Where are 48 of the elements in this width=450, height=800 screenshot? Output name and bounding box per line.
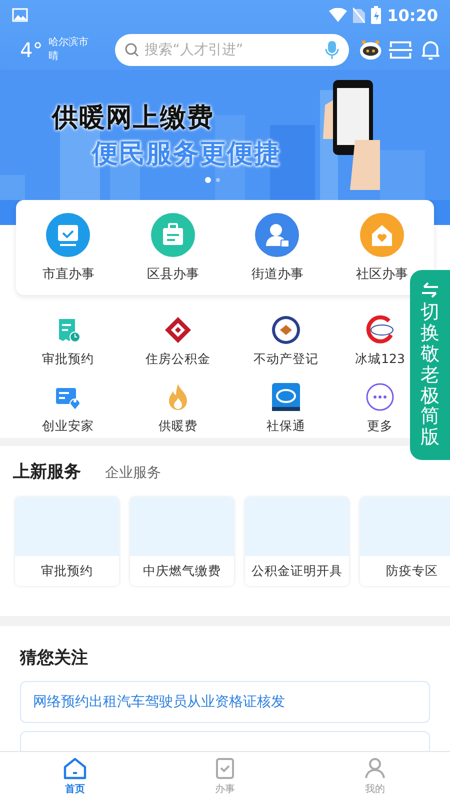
office-level-label[interactable]: 社区办事 xyxy=(356,264,408,282)
office-level-label[interactable]: 市直办事 xyxy=(42,264,94,282)
search-icon xyxy=(124,43,139,57)
section-tab[interactable]: 上新服务 xyxy=(13,460,81,483)
service-card[interactable]: 防疫专区 xyxy=(360,497,450,586)
no-sim-icon xyxy=(353,7,366,23)
service-label[interactable]: 创业安家 xyxy=(42,418,94,435)
image-icon xyxy=(12,8,28,22)
recommended-item[interactable]: 网络预约出租汽车驾驶员从业资格证核发 xyxy=(20,681,430,723)
office-level-label[interactable]: 街道办事 xyxy=(251,264,304,282)
service-label[interactable]: 不动产登记 xyxy=(254,351,318,368)
service-card[interactable]: 公积金证明开具 xyxy=(245,497,349,586)
microphone-icon[interactable] xyxy=(324,41,339,59)
service-label[interactable]: 供暖费 xyxy=(158,418,198,435)
wifi-icon xyxy=(329,8,348,22)
battery-charging-icon xyxy=(371,6,382,24)
section-title: 猜您关注 xyxy=(20,647,89,669)
more-icon xyxy=(365,382,395,412)
section-tab[interactable]: 企业服务 xyxy=(105,464,161,482)
diamond-logo-icon xyxy=(163,315,193,345)
house-icon xyxy=(360,212,404,256)
service-label[interactable]: 冰城123 xyxy=(355,351,405,368)
banner-title: 供暖网上缴费 xyxy=(52,102,214,135)
social-security-logo-icon xyxy=(271,382,301,412)
robot-icon[interactable] xyxy=(358,38,382,62)
hotline-logo-icon xyxy=(365,315,395,345)
monitor-icon xyxy=(46,212,90,256)
round-emblem-icon xyxy=(271,315,301,345)
service-label[interactable]: 审批预约 xyxy=(42,351,94,368)
city-name: 哈尔滨市 xyxy=(48,36,90,50)
service-label[interactable]: 更多 xyxy=(367,418,393,435)
temperature: 4° xyxy=(20,38,43,62)
home-icon xyxy=(62,756,88,780)
person-icon xyxy=(362,756,388,780)
status-time: 10:20 xyxy=(387,6,438,24)
office-level-label[interactable]: 区县办事 xyxy=(146,264,199,282)
service-card[interactable]: 审批预约 xyxy=(15,497,119,586)
service-label[interactable]: 住房公积金 xyxy=(146,351,210,368)
search-field[interactable]: 搜索“人才引进” xyxy=(114,34,349,66)
banner-subtitle: 便民服务更便捷 xyxy=(92,137,281,171)
person-icon xyxy=(255,212,300,256)
swap-icon xyxy=(420,282,440,298)
briefcase-icon xyxy=(150,212,195,256)
search-field[interactable]: 搜索“人才引进” xyxy=(142,41,321,59)
nav-tab[interactable]: 首页 xyxy=(0,752,150,800)
weather-text: 晴 xyxy=(48,50,60,64)
service-label[interactable]: 社保通 xyxy=(266,418,306,435)
service-card[interactable]: 中庆燃气缴费 xyxy=(130,497,234,586)
